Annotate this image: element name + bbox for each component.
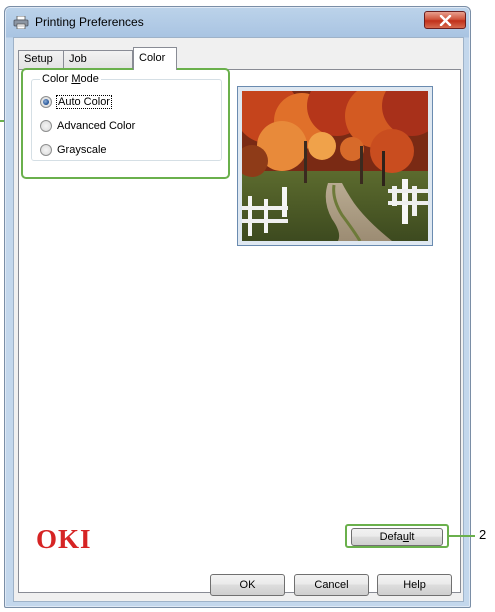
- tab-color[interactable]: Color: [133, 47, 177, 70]
- cancel-button[interactable]: Cancel: [294, 574, 369, 596]
- oki-logo: OKI: [36, 524, 92, 554]
- callout-number: 2: [479, 527, 487, 542]
- close-icon: [439, 15, 452, 26]
- title-bar[interactable]: Printing Preferences: [5, 7, 470, 37]
- callout-line-right: [449, 535, 475, 537]
- help-button[interactable]: Help: [377, 574, 452, 596]
- printer-icon: [13, 16, 29, 29]
- default-button-highlight: [345, 524, 449, 548]
- close-button[interactable]: [424, 11, 466, 29]
- ok-button[interactable]: OK: [210, 574, 285, 596]
- autumn-road-picture: [242, 91, 428, 241]
- color-mode-highlight: [21, 68, 230, 179]
- window-title: Printing Preferences: [35, 15, 144, 29]
- tab-job-options[interactable]: Job Options: [63, 50, 133, 82]
- color-preview-image: [237, 86, 433, 246]
- tab-setup[interactable]: Setup: [18, 50, 64, 69]
